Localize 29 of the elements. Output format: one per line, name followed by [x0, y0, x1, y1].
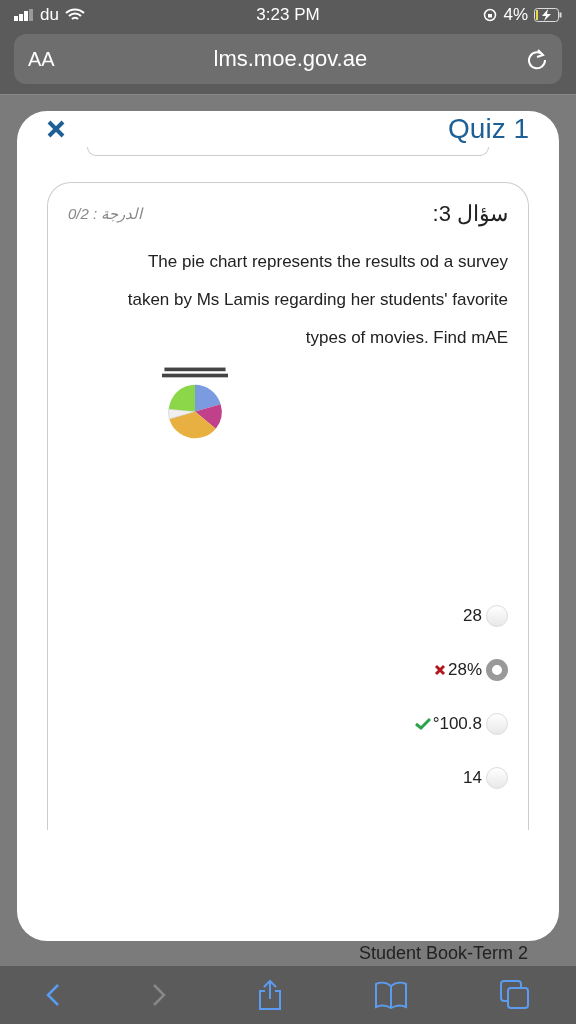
- page-item-title: Student Book-Term 2: [358, 943, 528, 964]
- answer-option-label: 14: [463, 768, 482, 788]
- question-number: سؤال 3:: [432, 201, 508, 227]
- close-icon[interactable]: [47, 120, 65, 138]
- reload-icon[interactable]: [526, 48, 548, 70]
- answer-option-label: 28: [463, 606, 482, 626]
- answer-option-label: 28%: [447, 660, 482, 680]
- text-size-button[interactable]: AA: [28, 47, 55, 71]
- tabs-icon[interactable]: [500, 980, 530, 1010]
- quiz-title: Quiz 1: [448, 113, 529, 145]
- rotation-lock-icon: [483, 8, 498, 22]
- battery-charging-icon: [534, 8, 562, 22]
- radio-button[interactable]: [486, 659, 508, 681]
- forward-icon[interactable]: [152, 983, 166, 1007]
- status-time: 3:23 PM: [256, 5, 320, 25]
- wifi-icon: [64, 8, 85, 22]
- answer-option-label: °100.8: [432, 714, 482, 734]
- cross-mark-icon: [433, 664, 446, 676]
- share-icon[interactable]: [258, 979, 282, 1011]
- grade-text: الدرجة : 0/2: [68, 205, 143, 223]
- carrier-name: du: [40, 5, 59, 25]
- address-bar[interactable]: AA lms.moe.gov.ae: [14, 34, 562, 84]
- check-mark-icon: [414, 718, 431, 730]
- back-icon[interactable]: [46, 983, 60, 1007]
- book-icon[interactable]: [374, 981, 408, 1009]
- question-text: The pie chart represents the results od a survey taken by Ms Lamis regarding her students' favorite types of movies. Find mAE: [126, 251, 508, 349]
- signal-icon: [14, 9, 34, 21]
- url-text: lms.moe.gov.ae: [212, 46, 369, 72]
- battery-percent: 4%: [503, 5, 528, 25]
